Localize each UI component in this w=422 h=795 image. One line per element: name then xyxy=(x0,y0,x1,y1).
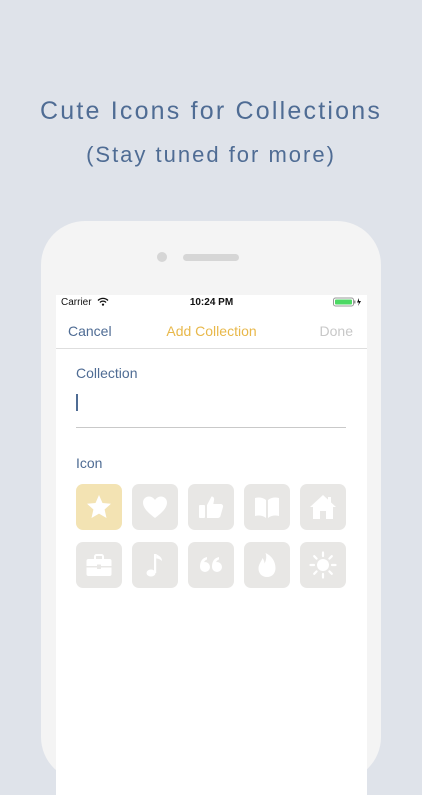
icon-label: Icon xyxy=(76,455,103,471)
nav-bar: Cancel Add Collection Done xyxy=(56,312,367,349)
status-bar: Carrier 10:24 PM xyxy=(56,295,367,312)
phone-frame: Carrier 10:24 PM Cancel Add Collection D… xyxy=(41,221,381,795)
home-icon xyxy=(310,495,336,519)
music-note-icon xyxy=(146,554,162,577)
icon-option-quote[interactable] xyxy=(188,542,234,588)
book-icon xyxy=(255,497,279,518)
collection-label: Collection xyxy=(76,365,138,381)
icon-option-book[interactable] xyxy=(244,484,290,530)
icon-option-briefcase[interactable] xyxy=(76,542,122,588)
flame-icon xyxy=(258,553,276,577)
speaker-grill xyxy=(183,254,239,261)
briefcase-icon xyxy=(86,554,112,576)
thumbs-up-icon xyxy=(199,496,224,518)
icon-option-home[interactable] xyxy=(300,484,346,530)
icon-option-thumbs-up[interactable] xyxy=(188,484,234,530)
collection-name-input[interactable] xyxy=(76,391,346,428)
clock: 10:24 PM xyxy=(189,297,234,308)
headline-subtitle: (Stay tuned for more) xyxy=(86,142,336,167)
icon-option-flame[interactable] xyxy=(244,542,290,588)
icon-option-heart[interactable] xyxy=(132,484,178,530)
icon-option-music[interactable] xyxy=(132,542,178,588)
camera-dot xyxy=(157,252,167,262)
text-caret xyxy=(76,394,78,411)
app-screen: Carrier 10:24 PM Cancel Add Collection D… xyxy=(56,295,367,795)
sun-icon xyxy=(309,551,337,579)
icon-option-star[interactable] xyxy=(76,484,122,530)
battery-icon xyxy=(333,297,363,310)
star-icon xyxy=(87,495,111,518)
done-button[interactable]: Done xyxy=(320,323,353,339)
icon-option-sun[interactable] xyxy=(300,542,346,588)
quote-icon xyxy=(200,557,222,572)
headline-title: Cute Icons for Collections xyxy=(39,97,383,125)
heart-icon xyxy=(143,496,167,518)
